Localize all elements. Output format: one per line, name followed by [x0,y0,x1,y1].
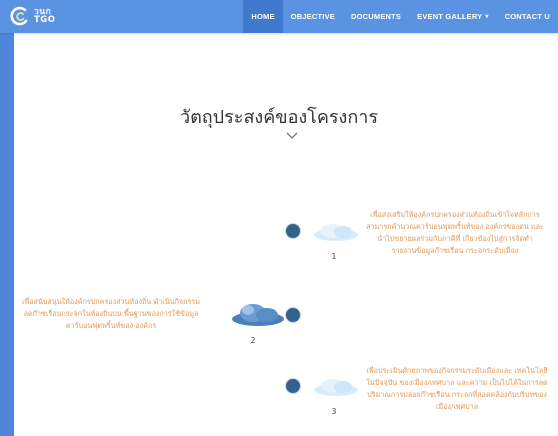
objective-number: 1 [331,252,337,261]
logo-swirl-icon [10,6,28,26]
objective-number: 3 [331,407,337,416]
timeline-dot-1 [286,224,300,238]
objective-text: เพื่อประเมินศักยภาพของกิจกรรมระดับเมืองแ… [366,366,548,411]
chevron-down-icon[interactable] [286,132,298,140]
timeline-dot-3 [286,379,300,393]
cloud-icon [232,304,284,326]
objective-number: 2 [250,336,256,345]
nav-contact[interactable]: CONTACT U [497,0,558,33]
section-title: วัตถุประสงค์ของโครงการ [179,107,379,129]
logo-line-2: TGO [34,15,56,25]
cloud-icon [314,224,358,241]
nav-home[interactable]: HOME [243,0,283,33]
timeline-dot-2 [286,308,300,322]
left-edge-strip [0,0,14,436]
main-nav: HOME OBJECTIVE DOCUMENTS EVENT GALLERY ▾… [243,0,558,33]
nav-documents[interactable]: DOCUMENTS [343,0,409,33]
nav-objective[interactable]: OBJECTIVE [283,0,343,33]
cloud-icon [314,379,358,396]
brand-logo[interactable]: วนก TGO [10,5,56,27]
logo-text: วนก TGO [34,8,56,25]
chevron-down-icon: ▾ [485,14,489,20]
nav-event-gallery[interactable]: EVENT GALLERY ▾ [409,0,496,33]
objective-text: เพื่อสนับสนุนให้องค์กรปกครองส่วนท้องถิ่น… [22,297,200,330]
objective-text: เพื่อส่งเสริมให้องค์กรปกครองส่วนท้องถิ่น… [366,210,544,255]
top-navbar: วนก TGO HOME OBJECTIVE DOCUMENTS EVENT G… [0,0,558,33]
nav-event-gallery-label: EVENT GALLERY [417,12,483,21]
